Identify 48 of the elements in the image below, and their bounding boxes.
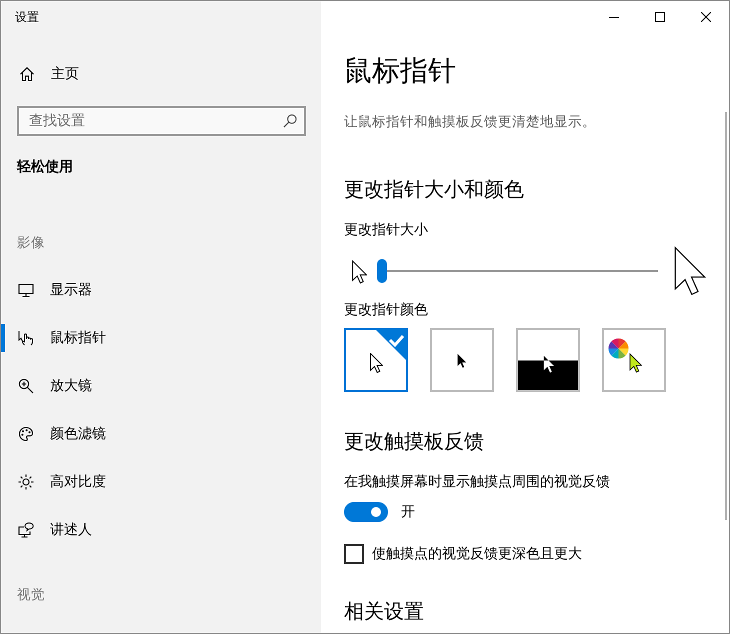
color-wheel-cursor-icon <box>608 338 642 372</box>
zoom-in-icon <box>18 378 34 394</box>
sidebar-section-title: 轻松使用 <box>16 158 74 177</box>
minimize-icon <box>609 16 619 18</box>
sidebar-item[interactable]: 高对比度 <box>1 468 321 496</box>
section-heading: 相关设置 <box>344 598 424 625</box>
pointer-color-option[interactable] <box>430 328 494 392</box>
home-icon <box>19 66 35 82</box>
sidebar-item[interactable]: 颜色滤镜 <box>1 420 321 448</box>
cursor-icon <box>457 353 467 369</box>
cursor-icon <box>370 353 382 373</box>
sun-icon <box>18 474 34 490</box>
large-cursor-icon <box>674 246 706 296</box>
sidebar-group-heading: 视觉 <box>16 586 46 605</box>
inverted-cursor-icon <box>518 354 578 390</box>
setting-label: 更改指针颜色 <box>344 301 428 320</box>
selected-check-icon <box>374 328 408 362</box>
sidebar-group-heading: 影像 <box>16 234 46 253</box>
section-heading: 更改触摸板反馈 <box>344 428 484 455</box>
checkbox[interactable] <box>344 544 364 564</box>
pointer-color-option[interactable] <box>344 328 408 392</box>
sidebar-item[interactable]: 放大镜 <box>1 372 321 400</box>
palette-icon <box>18 426 34 442</box>
scrollbar-thumb[interactable] <box>725 112 727 520</box>
sidebar-item[interactable]: 讲述人 <box>1 516 321 544</box>
small-cursor-icon <box>352 260 367 284</box>
page-title: 鼠标指针 <box>344 53 456 89</box>
window-title: 设置 <box>14 9 40 26</box>
setting-label: 更改指针大小 <box>344 221 428 240</box>
section-heading: 更改指针大小和颜色 <box>344 176 524 203</box>
monitor-icon <box>18 282 34 298</box>
pointer-color-option[interactable] <box>602 328 666 392</box>
home-nav-item[interactable]: 主页 <box>1 54 321 94</box>
toggle-switch[interactable] <box>344 502 388 522</box>
search-icon[interactable] <box>283 114 297 128</box>
maximize-icon <box>655 12 665 22</box>
page-description: 让鼠标指针和触摸板反馈更清楚地显示。 <box>344 113 596 132</box>
toggle-state-text: 开 <box>401 503 415 522</box>
pointer-color-option[interactable] <box>516 328 580 392</box>
sidebar-item[interactable]: 鼠标指针 <box>1 324 321 352</box>
slider-thumb[interactable] <box>377 259 387 283</box>
checkbox-label: 使触摸点的视觉反馈更深色且更大 <box>372 545 582 564</box>
setting-label: 在我触摸屏幕时显示触摸点周围的视觉反馈 <box>344 473 610 492</box>
sidebar-item[interactable]: 显示器 <box>1 276 321 304</box>
search-field[interactable]: 查找设置 <box>17 106 306 136</box>
close-icon <box>701 12 711 22</box>
hand-pointer-icon <box>18 330 34 346</box>
monitor-speech-icon <box>18 522 34 538</box>
